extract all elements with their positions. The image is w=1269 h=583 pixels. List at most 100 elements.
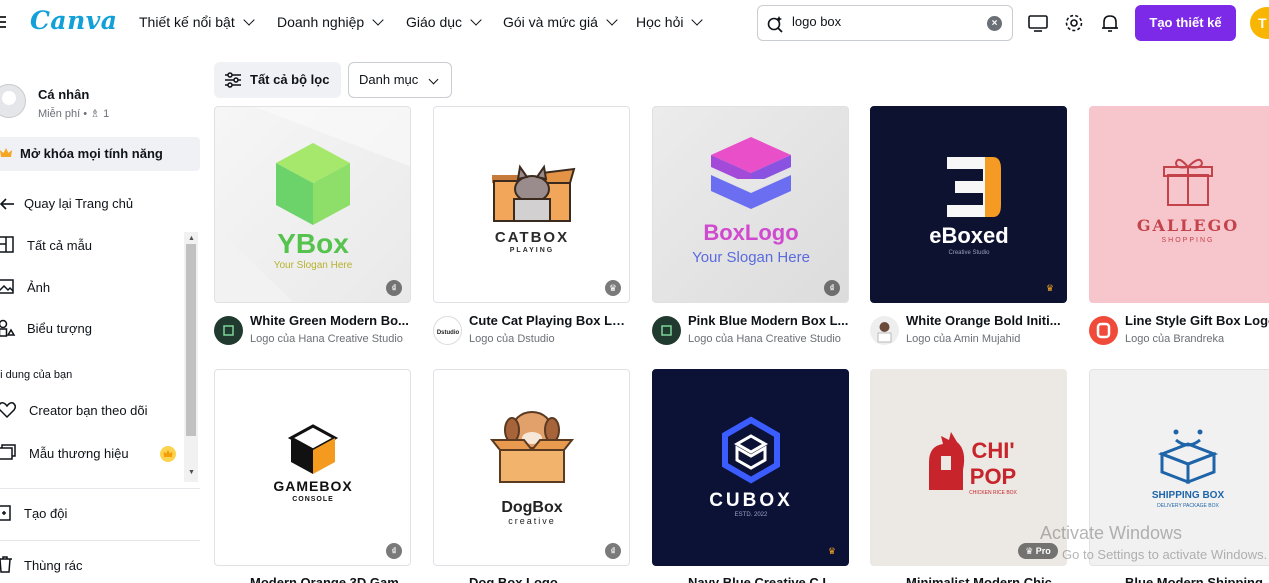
crown-icon	[0, 148, 12, 157]
sidebar-scrollbar-thumb[interactable]	[186, 244, 196, 436]
back-home-label: Quay lại Trang chủ	[24, 196, 134, 211]
user-avatar[interactable]: T	[1250, 7, 1269, 39]
creator-logo[interactable]	[214, 316, 243, 345]
creator-logo[interactable]	[870, 316, 899, 345]
premium-crown-icon	[160, 446, 176, 462]
template-creator[interactable]: Logo của Brandreka	[1125, 333, 1269, 345]
nav-featured-design[interactable]: Thiết kế nổi bật	[139, 14, 255, 30]
template-creator[interactable]: Logo của Hana Creative Studio	[250, 333, 412, 345]
sidebar-item-photos[interactable]: Ảnh	[0, 279, 51, 295]
chevron-down-icon	[470, 14, 482, 26]
price-badge: ₫	[386, 543, 402, 559]
chevron-down-icon	[691, 14, 704, 26]
sidebar-item-trash[interactable]: Thùng rác	[0, 556, 83, 573]
search-box[interactable]: ×	[757, 5, 1013, 41]
account-plan: Miễn phí • ♗ 1	[38, 108, 110, 120]
trash-label: Thùng rác	[24, 558, 83, 573]
photos-label: Ảnh	[27, 280, 51, 295]
menu-icon[interactable]	[0, 16, 6, 28]
catbox-logo-art: CATBOX PLAYING	[492, 164, 576, 254]
desktop-icon[interactable]	[1027, 12, 1049, 34]
photo-icon	[0, 279, 14, 294]
chevron-down-icon	[606, 14, 618, 26]
svg-text:POP: POP	[970, 464, 1016, 489]
premium-badge: ♛	[1045, 283, 1054, 293]
template-thumbnail[interactable]: CATBOX PLAYING ♛	[433, 106, 630, 303]
nav-education[interactable]: Giáo dục	[406, 14, 482, 30]
sidebar-item-followed-creators[interactable]: Creator bạn theo dõi	[0, 402, 148, 419]
settings-gear-icon[interactable]	[1063, 12, 1085, 34]
pro-badge: ♛ Pro	[1018, 543, 1058, 559]
sidebar-item-brand-templates[interactable]: Mẫu thương hiệu	[0, 444, 129, 461]
chevron-down-icon	[372, 14, 384, 26]
template-thumbnail[interactable]: GAMEBOX CONSOLE ₫	[214, 369, 411, 566]
gallego-logo-art: GALLEGO SHOPPING	[1137, 158, 1237, 244]
canva-logo[interactable]: Canva	[30, 6, 118, 35]
template-creator[interactable]: Logo của Hana Creative Studio	[688, 333, 850, 345]
template-title[interactable]: Cute Cat Playing Box Logo	[469, 313, 631, 328]
all-filters-button[interactable]: Tất cả bộ lọc	[214, 62, 341, 98]
boxlogo-art: BoxLogo Your Slogan Here	[692, 137, 810, 266]
cubox-logo-art: CUBOX ESTD. 2022	[709, 416, 790, 518]
back-home-link[interactable]: Quay lại Trang chủ	[0, 196, 134, 211]
category-label: Danh mục	[359, 72, 419, 87]
top-navigation: Canva Thiết kế nổi bật Doanh nghiệp Giáo…	[0, 0, 1269, 46]
template-title[interactable]: Minimalist Modern Chic...	[906, 575, 1068, 583]
chipop-logo-art: CHI' POP CHICKEN RICE BOX	[929, 432, 1018, 496]
creator-logo[interactable]	[1089, 316, 1118, 345]
creator-logo[interactable]	[652, 316, 681, 345]
template-title[interactable]: Dog Box Logo	[469, 575, 631, 583]
shapes-icon	[0, 319, 16, 337]
template-thumbnail[interactable]: eBoxed Creative Studio ♛	[870, 106, 1067, 303]
sidebar-item-icons[interactable]: Biểu tượng	[0, 319, 92, 337]
svg-text:Your Slogan Here: Your Slogan Here	[274, 260, 353, 271]
search-input[interactable]	[792, 14, 982, 29]
template-creator[interactable]: Logo của Amin Mujahid	[906, 333, 1068, 345]
clear-search-icon[interactable]: ×	[987, 16, 1002, 31]
creator-logo[interactable]: Dstudio	[433, 316, 462, 345]
template-title[interactable]: Modern Orange 3D Gam...	[250, 575, 412, 583]
template-title[interactable]: White Green Modern Bo...	[250, 313, 412, 328]
svg-text:creative: creative	[508, 516, 556, 526]
sidebar-item-create-team[interactable]: Tạo đội	[0, 505, 67, 521]
svg-text:CATBOX: CATBOX	[495, 229, 569, 246]
template-title[interactable]: White Orange Bold Initi...	[906, 313, 1068, 328]
brand-templates-icon	[0, 444, 16, 460]
template-creator[interactable]: Logo của Dstudio	[469, 333, 631, 345]
template-thumbnail[interactable]: CHI' POP CHICKEN RICE BOX ♛ Pro	[870, 369, 1067, 566]
sidebar-item-all-templates[interactable]: Tất cả mẫu	[0, 236, 92, 253]
templates-icon	[0, 236, 14, 253]
account-name[interactable]: Cá nhân	[38, 87, 89, 102]
price-badge: ₫	[605, 543, 621, 559]
premium-badge: ♛	[604, 280, 621, 296]
nav-business[interactable]: Doanh nghiệp	[277, 14, 384, 30]
activate-windows-subtitle: Go to Settings to activate Windows.	[1062, 547, 1268, 562]
template-thumbnail[interactable]: YBox Your Slogan Here ₫	[214, 106, 411, 303]
price-badge: ₫	[824, 280, 840, 296]
unlock-features-button[interactable]: Mở khóa mọi tính năng	[0, 137, 200, 171]
template-title[interactable]: Navy Blue Creative C Let...	[688, 575, 850, 583]
template-title[interactable]: Blue Modern Shipping...	[1125, 575, 1269, 583]
filter-sliders-icon	[225, 72, 241, 88]
scroll-up-icon[interactable]: ▲	[188, 235, 195, 242]
nav-plans-pricing[interactable]: Gói và mức giá	[503, 14, 618, 30]
category-dropdown[interactable]: Danh mục	[348, 62, 452, 98]
template-title[interactable]: Pink Blue Modern Box L...	[688, 313, 850, 328]
svg-text:ESTD. 2022: ESTD. 2022	[735, 512, 768, 518]
template-title[interactable]: Line Style Gift Box Logo	[1125, 313, 1269, 328]
notification-bell-icon[interactable]	[1099, 12, 1121, 34]
template-thumbnail[interactable]: CUBOX ESTD. 2022 ♛	[652, 369, 849, 566]
scroll-down-icon[interactable]: ▼	[188, 469, 195, 476]
template-thumbnail[interactable]: DogBox creative ₫	[433, 369, 630, 566]
eboxed-logo-art: eBoxed Creative Studio	[929, 157, 1009, 256]
account-avatar[interactable]	[0, 84, 26, 118]
svg-text:YBox: YBox	[277, 228, 349, 259]
nav-learn[interactable]: Học hỏi	[636, 14, 704, 30]
svg-text:eBoxed: eBoxed	[929, 223, 1008, 248]
template-thumbnail[interactable]: GALLEGO SHOPPING	[1089, 106, 1269, 303]
price-badge: ₫	[386, 280, 402, 296]
template-thumbnail[interactable]: BoxLogo Your Slogan Here ₫	[652, 106, 849, 303]
create-design-button[interactable]: Tạo thiết kế	[1135, 5, 1236, 41]
ybox-logo-art: YBox Your Slogan Here	[215, 107, 410, 302]
svg-text:SHIPPING BOX: SHIPPING BOX	[1152, 490, 1225, 501]
